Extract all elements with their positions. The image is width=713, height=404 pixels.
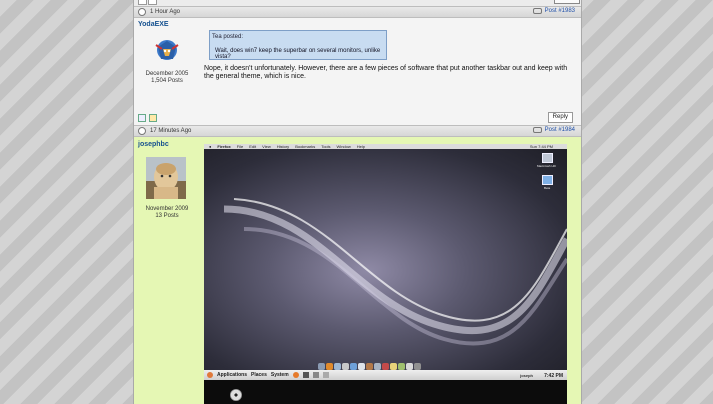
desktop-icon-label: Beta: [544, 186, 551, 190]
clock-icon: [138, 8, 146, 16]
desktop-wallpaper: Macintosh HD Beta: [204, 149, 567, 370]
post-number-link[interactable]: Post #1983: [545, 8, 575, 14]
post-header-bar: 1 Hour Ago Post #1983: [134, 6, 581, 18]
quote-icon[interactable]: [138, 0, 147, 5]
dock-app-icon[interactable]: [366, 363, 373, 370]
gnome-panel: Applications Places System joseph 7:42 P…: [204, 370, 567, 380]
dock-app-icon[interactable]: [318, 363, 325, 370]
launcher-icon[interactable]: [322, 372, 329, 378]
embedded-screenshot[interactable]: ● Firefox File Edit View History Bookmar…: [204, 144, 567, 404]
reply-button-previous[interactable]: [554, 0, 580, 4]
post-time: 1 Hour Ago: [150, 9, 181, 15]
trash-icon[interactable]: [414, 363, 421, 370]
dock-app-icon[interactable]: [374, 363, 381, 370]
quote-block: Tea posted: Wait, does win7 keep the sup…: [209, 30, 387, 60]
desktop-icon-label: Macintosh HD: [537, 164, 556, 168]
post-time: 17 Minutes Ago: [150, 128, 192, 134]
dock-app-icon[interactable]: [350, 363, 357, 370]
dock: [318, 360, 450, 370]
dock-app-icon[interactable]: [406, 363, 413, 370]
post-tools: [138, 114, 157, 122]
dock-app-icon[interactable]: [358, 363, 365, 370]
folder-icon[interactable]: [542, 175, 553, 185]
forum-post: YodaEXE December 2005 1,504 Posts Tea po…: [134, 18, 581, 123]
terminal-launcher-icon[interactable]: [302, 372, 309, 378]
desktop-area: [204, 380, 567, 404]
dock-app-icon[interactable]: [334, 363, 341, 370]
dock-app-icon[interactable]: [390, 363, 397, 370]
panel-menu-places[interactable]: Places: [251, 372, 267, 378]
username[interactable]: YodaEXE: [138, 21, 169, 28]
firefox-launcher-icon[interactable]: [292, 372, 299, 378]
clock-icon: [138, 127, 146, 135]
post-count: 13 Posts: [155, 213, 179, 219]
post-number-link[interactable]: Post #1984: [545, 127, 575, 133]
panel-user[interactable]: joseph: [520, 373, 533, 378]
dock-app-icon[interactable]: [382, 363, 389, 370]
gnome-foot-icon[interactable]: [207, 372, 213, 378]
post-count: 1,504 Posts: [151, 78, 183, 84]
forum-post: josephbc November 2009 13 Posts ● Firefo…: [134, 137, 581, 404]
avatar: [146, 157, 186, 199]
join-date: November 2009: [145, 206, 189, 212]
hard-drive-icon[interactable]: [542, 153, 553, 163]
panel-menu-applications[interactable]: Applications: [217, 372, 247, 378]
avatar: [154, 37, 180, 63]
firefox-icon[interactable]: [326, 363, 333, 370]
dock-app-icon[interactable]: [398, 363, 405, 370]
username[interactable]: josephbc: [138, 141, 169, 148]
quote-icon[interactable]: [138, 114, 146, 122]
quote-text: Wait, does win7 keep the superbar on sev…: [215, 48, 381, 60]
dock-app-icon[interactable]: [342, 363, 349, 370]
link-icon: [532, 8, 542, 14]
reply-button[interactable]: Reply: [547, 112, 573, 123]
post-body: Nope, it doesn't unfortunately. However,…: [204, 65, 568, 80]
panel-clock[interactable]: 7:42 PM: [544, 373, 563, 379]
cd-icon[interactable]: [230, 389, 242, 401]
forum-thread: 1 Hour Ago Post #1983 YodaEXE December 2…: [133, 0, 582, 404]
launcher-icon[interactable]: [312, 372, 319, 378]
link-icon: [532, 127, 542, 133]
join-date: December 2005: [145, 71, 189, 77]
panel-menu-system[interactable]: System: [271, 372, 289, 378]
quote-header: Tea posted:: [212, 34, 244, 40]
post-header-bar: 17 Minutes Ago Post #1984: [134, 125, 581, 137]
multi-quote-icon[interactable]: [148, 0, 157, 5]
multi-quote-icon[interactable]: [149, 114, 157, 122]
